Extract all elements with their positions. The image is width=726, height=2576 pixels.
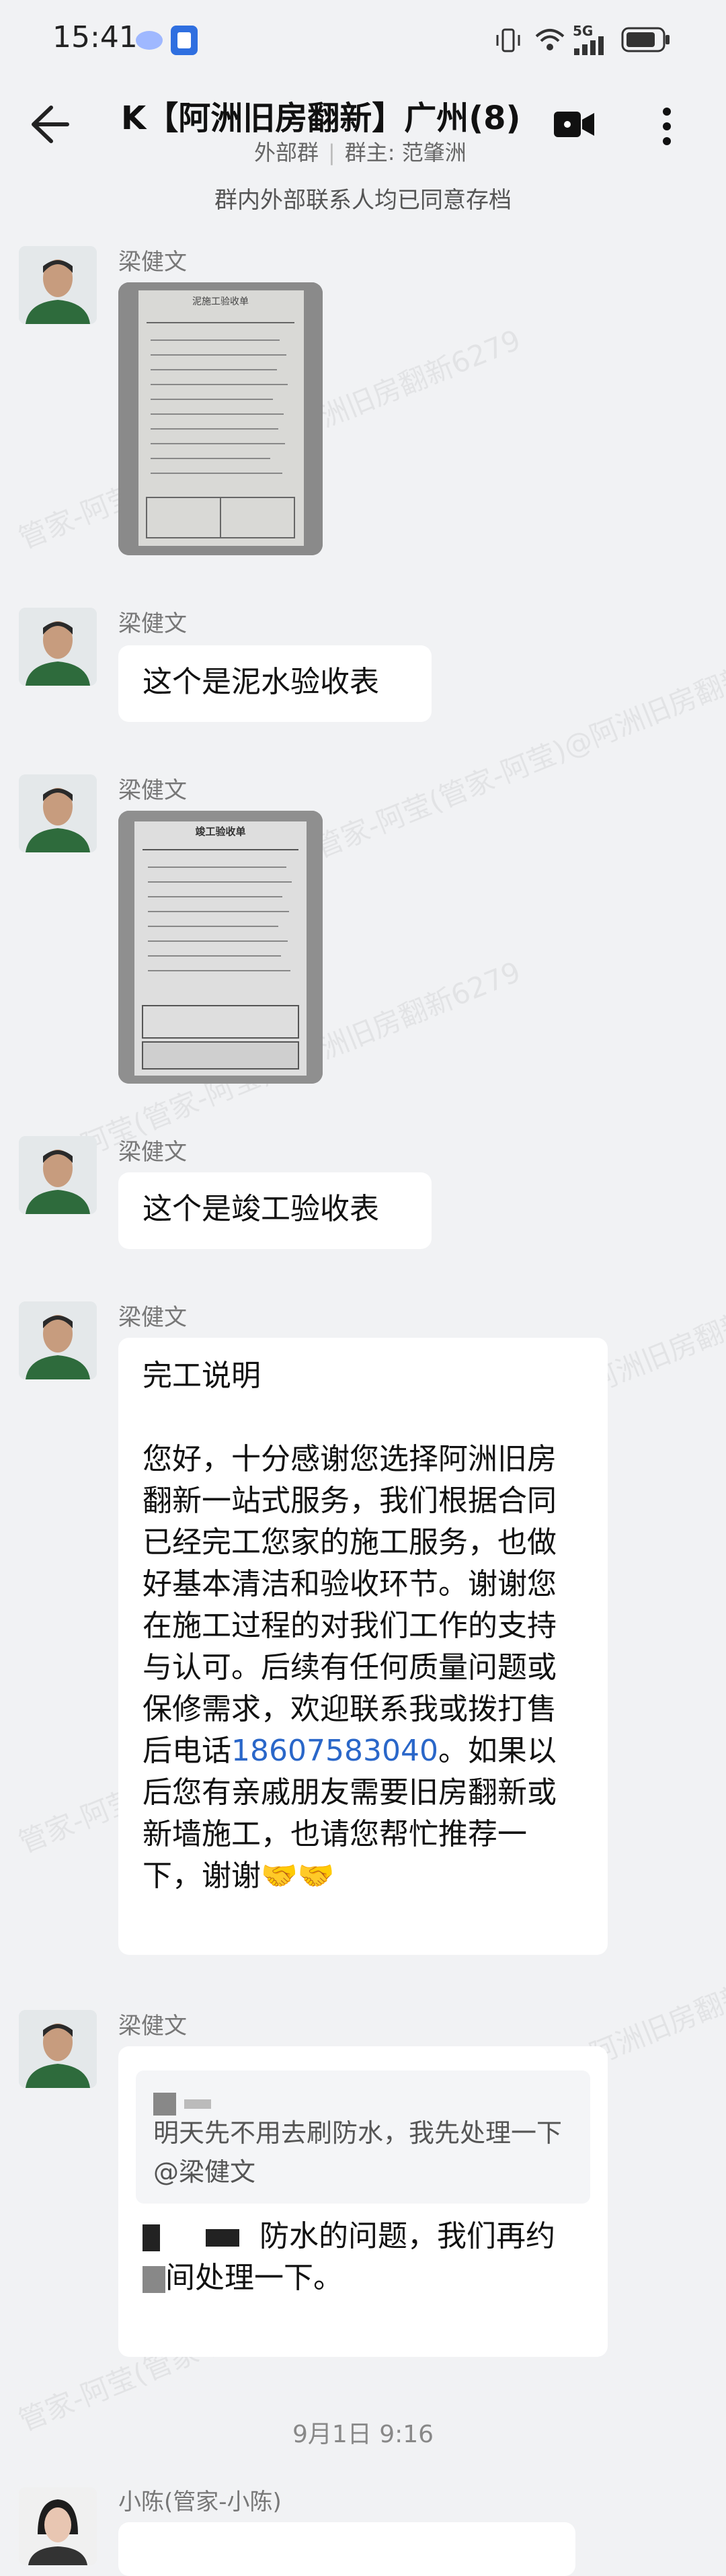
photo-doc-title: 竣工验收单 bbox=[195, 826, 246, 838]
phone-link[interactable]: 18607583040 bbox=[231, 1734, 438, 1768]
reply-text-part1: 防水的问题，我们再约 bbox=[259, 2219, 555, 2253]
photo-doc-title: 泥施工验收单 bbox=[192, 296, 249, 307]
status-bar: 15:41 5G bbox=[0, 0, 726, 81]
mud-work-acceptance-form-photo[interactable]: 泥施工验收单 bbox=[118, 282, 323, 555]
sender-name: 梁健文 bbox=[118, 610, 187, 637]
redacted-block bbox=[153, 2092, 176, 2116]
group-type-label: 外部群 bbox=[254, 140, 319, 165]
redacted-block bbox=[143, 2266, 165, 2293]
reply-text: 防水的问题，我们再约 间处理一下。 bbox=[136, 2216, 590, 2299]
quoted-message[interactable]: 明天先不用去刷防水，我先处理一下 @梁健文 bbox=[136, 2070, 590, 2204]
message-title: 完工说明 bbox=[143, 1359, 261, 1393]
battery-icon bbox=[621, 27, 670, 52]
message-bubble[interactable] bbox=[118, 2522, 575, 2576]
redacted-block bbox=[184, 2099, 212, 2109]
message-body: 您好，十分感谢您选择阿洲旧房翻新一站式服务，我们根据合同已经完工您家的施工服务，… bbox=[143, 1439, 583, 1897]
reply-message-bubble[interactable]: 明天先不用去刷防水，我先处理一下 @梁健文 防水的问题，我们再约 间处理一下。 bbox=[118, 2046, 608, 2357]
chat-subtitle: 外部群 | 群主: 范肇洲 bbox=[254, 140, 467, 165]
avatar[interactable] bbox=[19, 1301, 97, 1379]
message-text: 这个是竣工验收表 bbox=[143, 1192, 379, 1226]
wifi-icon bbox=[535, 29, 565, 50]
avatar[interactable] bbox=[19, 2010, 97, 2088]
sender-name: 梁健文 bbox=[118, 2013, 187, 2040]
completion-acceptance-form-photo[interactable]: 竣工验收单 bbox=[118, 811, 323, 1084]
sender-name: 梁健文 bbox=[118, 1139, 187, 1166]
completion-notice-bubble[interactable]: 完工说明 您好，十分感谢您选择阿洲旧房翻新一站式服务，我们根据合同已经完工您家的… bbox=[118, 1338, 608, 1955]
video-call-icon[interactable] bbox=[553, 108, 596, 141]
avatar[interactable] bbox=[19, 2487, 97, 2565]
status-time: 15:41 bbox=[52, 20, 138, 54]
more-options-icon[interactable] bbox=[659, 105, 675, 148]
archive-notice: 群内外部联系人均已同意存档 bbox=[214, 187, 512, 214]
signal-icon bbox=[574, 36, 604, 55]
avatar[interactable] bbox=[19, 774, 97, 852]
vibrate-icon bbox=[496, 28, 520, 52]
quoted-sender-masked bbox=[153, 2083, 573, 2116]
reply-text-part2: 间处理一下。 bbox=[165, 2261, 343, 2295]
chat-title: K【阿洲旧房翻新】广州(8) bbox=[121, 99, 521, 137]
avatar[interactable] bbox=[19, 1136, 97, 1214]
message-text: 这个是泥水验收表 bbox=[143, 665, 379, 699]
redacted-block bbox=[143, 2224, 160, 2251]
sender-name: 梁健文 bbox=[118, 777, 187, 804]
sender-name: 小陈(管家-小陈) bbox=[118, 2489, 282, 2515]
redacted-block bbox=[206, 2229, 239, 2247]
back-arrow-icon[interactable] bbox=[24, 101, 71, 148]
sender-name: 梁健文 bbox=[118, 249, 187, 276]
message-bubble[interactable]: 这个是泥水验收表 bbox=[118, 645, 432, 722]
sender-name: 梁健文 bbox=[118, 1304, 187, 1331]
chat-header: K【阿洲旧房翻新】广州(8) 外部群 | 群主: 范肇洲 bbox=[0, 81, 726, 182]
message-bubble[interactable]: 这个是竣工验收表 bbox=[118, 1172, 432, 1249]
app-notification-icon bbox=[136, 31, 163, 50]
message-timestamp: 9月1日 9:16 bbox=[292, 2421, 434, 2448]
message-body-text: 您好，十分感谢您选择阿洲旧房翻新一站式服务，我们根据合同已经完工您家的施工服务，… bbox=[143, 1442, 557, 1768]
group-owner-label: 群主: 范肇洲 bbox=[344, 140, 467, 165]
avatar[interactable] bbox=[19, 608, 97, 686]
wecom-notification-icon bbox=[171, 26, 198, 55]
avatar[interactable] bbox=[19, 246, 97, 324]
quoted-text: 明天先不用去刷防水，我先处理一下 @梁健文 bbox=[153, 2118, 563, 2187]
